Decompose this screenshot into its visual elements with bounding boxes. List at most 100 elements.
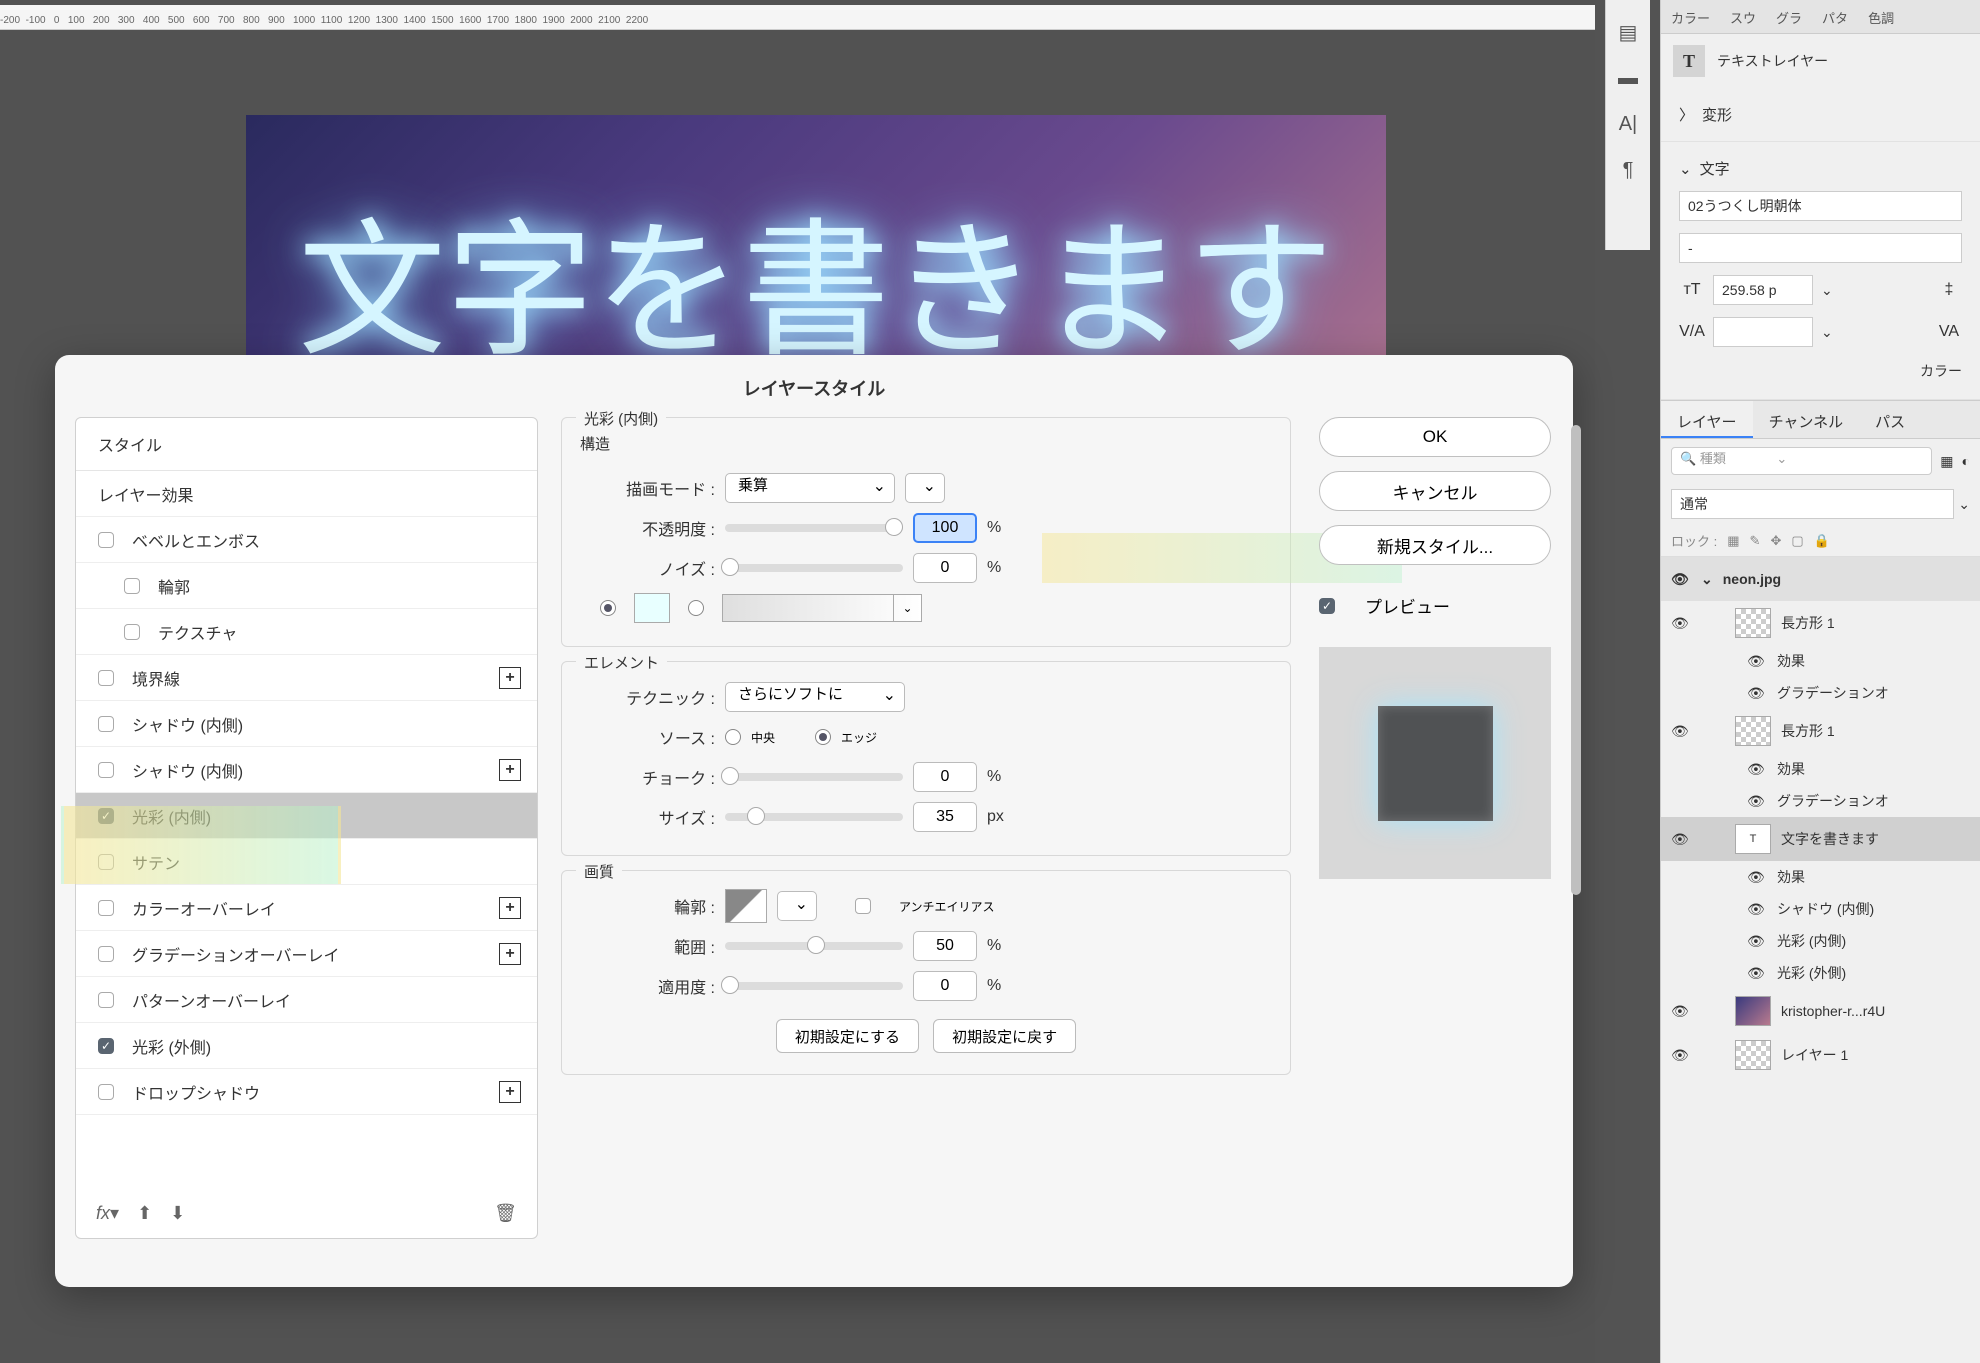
trash-icon[interactable]: 🗑 — [494, 1203, 517, 1224]
glyph-icon[interactable]: A| — [1616, 112, 1640, 136]
lock-all-icon[interactable]: 🔒 — [1814, 533, 1830, 549]
add-effect-icon[interactable]: + — [499, 1081, 521, 1103]
style-checkbox[interactable] — [98, 854, 114, 870]
chevron-down-icon[interactable]: ⌄ — [893, 595, 921, 621]
choke-slider[interactable] — [725, 773, 903, 781]
style-checkbox[interactable] — [98, 1084, 114, 1100]
add-effect-icon[interactable]: + — [499, 667, 521, 689]
style-row-3[interactable]: テクスチャ — [76, 609, 537, 655]
style-checkbox[interactable] — [98, 900, 114, 916]
tab-adjust[interactable]: 色調 — [1858, 0, 1904, 33]
style-row-9[interactable]: カラーオーバーレイ+ — [76, 885, 537, 931]
size-input[interactable] — [913, 802, 977, 832]
fx-row[interactable]: 👁効果 — [1661, 645, 1980, 677]
jitter-input[interactable] — [913, 971, 977, 1001]
style-row-8[interactable]: サテン — [76, 839, 537, 885]
add-effect-icon[interactable]: + — [499, 759, 521, 781]
tab-paths[interactable]: パス — [1859, 401, 1921, 438]
align-icon[interactable]: ▤ — [1616, 20, 1640, 44]
down-icon[interactable]: ⬇ — [170, 1203, 185, 1224]
gradient-radio[interactable] — [688, 600, 704, 616]
gradient-swatch[interactable]: ⌄ — [722, 594, 922, 622]
tab-layers[interactable]: レイヤー — [1661, 401, 1753, 438]
preview-checkbox[interactable]: ✓ — [1319, 598, 1335, 614]
blend-mode-extend[interactable] — [905, 473, 945, 503]
visibility-icon[interactable]: 👁 — [1671, 1003, 1691, 1020]
cancel-button[interactable]: キャンセル — [1319, 471, 1551, 511]
tab-swatch[interactable]: スウ — [1720, 0, 1766, 33]
contour-dd[interactable] — [777, 891, 817, 921]
font-size-input[interactable]: 259.58 p — [1713, 275, 1813, 305]
lock-move-icon[interactable]: ✥ — [1770, 533, 1781, 549]
source-center-radio[interactable] — [725, 729, 741, 745]
style-checkbox[interactable] — [98, 670, 114, 686]
new-style-button[interactable]: 新規スタイル... — [1319, 525, 1551, 565]
contour-picker[interactable] — [725, 889, 767, 923]
range-slider[interactable] — [725, 942, 903, 950]
add-effect-icon[interactable]: + — [499, 943, 521, 965]
style-checkbox[interactable] — [98, 532, 114, 548]
visibility-icon[interactable]: 👁 — [1671, 723, 1691, 740]
style-row-6[interactable]: シャドウ (内側)+ — [76, 747, 537, 793]
font-style-select[interactable]: - — [1679, 233, 1962, 263]
fx-shadow-inner-row[interactable]: 👁シャドウ (内側) — [1661, 893, 1980, 925]
technique-select[interactable]: さらにソフトに — [725, 682, 905, 712]
style-checkbox[interactable] — [124, 624, 140, 640]
style-row-4[interactable]: 境界線+ — [76, 655, 537, 701]
choke-input[interactable] — [913, 762, 977, 792]
style-row-12[interactable]: ✓光彩 (外側) — [76, 1023, 537, 1069]
filter-image-icon[interactable]: ▦ — [1940, 453, 1953, 470]
style-row-5[interactable]: シャドウ (内側) — [76, 701, 537, 747]
fx-glow-inner-row[interactable]: 👁光彩 (内側) — [1661, 925, 1980, 957]
lock-artboard-icon[interactable]: ▢ — [1791, 533, 1803, 549]
tab-pattern[interactable]: パタ — [1812, 0, 1858, 33]
style-checkbox[interactable] — [98, 992, 114, 1008]
layer-row[interactable]: 👁T文字を書きます — [1661, 817, 1980, 861]
ok-button[interactable]: OK — [1319, 417, 1551, 457]
layer-filter-select[interactable]: 🔍 種類 ⌄ — [1671, 447, 1932, 475]
layer-group-row[interactable]: 👁 ⌄ neon.jpg — [1661, 557, 1980, 601]
comment-icon[interactable]: ▬ — [1616, 66, 1640, 90]
fx-row[interactable]: 👁効果 — [1661, 753, 1980, 785]
tab-color[interactable]: カラー — [1661, 0, 1720, 33]
layer-row[interactable]: 👁長方形 1 — [1661, 601, 1980, 645]
make-default-button[interactable]: 初期設定にする — [776, 1019, 919, 1053]
up-icon[interactable]: ⬆ — [137, 1203, 152, 1224]
blend-mode-select[interactable]: 乗算 — [725, 473, 895, 503]
visibility-icon[interactable]: 👁 — [1671, 615, 1691, 632]
fx-row[interactable]: 👁効果 — [1661, 861, 1980, 893]
range-input[interactable] — [913, 931, 977, 961]
style-checkbox[interactable]: ✓ — [98, 808, 114, 824]
tab-gradient[interactable]: グラ — [1766, 0, 1812, 33]
layer-row[interactable]: 👁kristopher-r...r4U — [1661, 989, 1980, 1033]
style-row-0[interactable]: レイヤー効果 — [76, 471, 537, 517]
style-row-2[interactable]: 輪郭 — [76, 563, 537, 609]
char-section[interactable]: ⌄ 文字 — [1679, 152, 1962, 185]
layer-row[interactable]: 👁レイヤー 1 — [1661, 1033, 1980, 1077]
style-row-13[interactable]: ドロップシャドウ+ — [76, 1069, 537, 1115]
style-checkbox[interactable] — [98, 946, 114, 962]
style-row-10[interactable]: グラデーションオーバーレイ+ — [76, 931, 537, 977]
fx-gradient-row[interactable]: 👁グラデーションオ — [1661, 677, 1980, 709]
opacity-slider[interactable] — [725, 524, 903, 532]
color-swatch[interactable] — [634, 593, 670, 623]
visibility-icon[interactable]: 👁 — [1671, 831, 1691, 848]
noise-slider[interactable] — [725, 564, 903, 572]
style-row-1[interactable]: ベベルとエンボス — [76, 517, 537, 563]
lock-pixels-icon[interactable]: ▦ — [1727, 533, 1739, 549]
style-row-7[interactable]: ✓光彩 (内側) — [76, 793, 537, 839]
style-checkbox[interactable] — [124, 578, 140, 594]
jitter-slider[interactable] — [725, 982, 903, 990]
noise-input[interactable] — [913, 553, 977, 583]
size-slider[interactable] — [725, 813, 903, 821]
reset-default-button[interactable]: 初期設定に戻す — [933, 1019, 1076, 1053]
add-effect-icon[interactable]: + — [499, 897, 521, 919]
transform-section[interactable]: 〉変形 — [1679, 98, 1962, 131]
style-checkbox[interactable]: ✓ — [98, 1038, 114, 1054]
style-row-11[interactable]: パターンオーバーレイ — [76, 977, 537, 1023]
visibility-icon[interactable]: 👁 — [1671, 1047, 1691, 1064]
fx-glow-outer-row[interactable]: 👁光彩 (外側) — [1661, 957, 1980, 989]
filter-adjust-icon[interactable]: ◐ — [1962, 453, 1970, 469]
layer-row[interactable]: 👁長方形 1 — [1661, 709, 1980, 753]
style-checkbox[interactable] — [98, 762, 114, 778]
